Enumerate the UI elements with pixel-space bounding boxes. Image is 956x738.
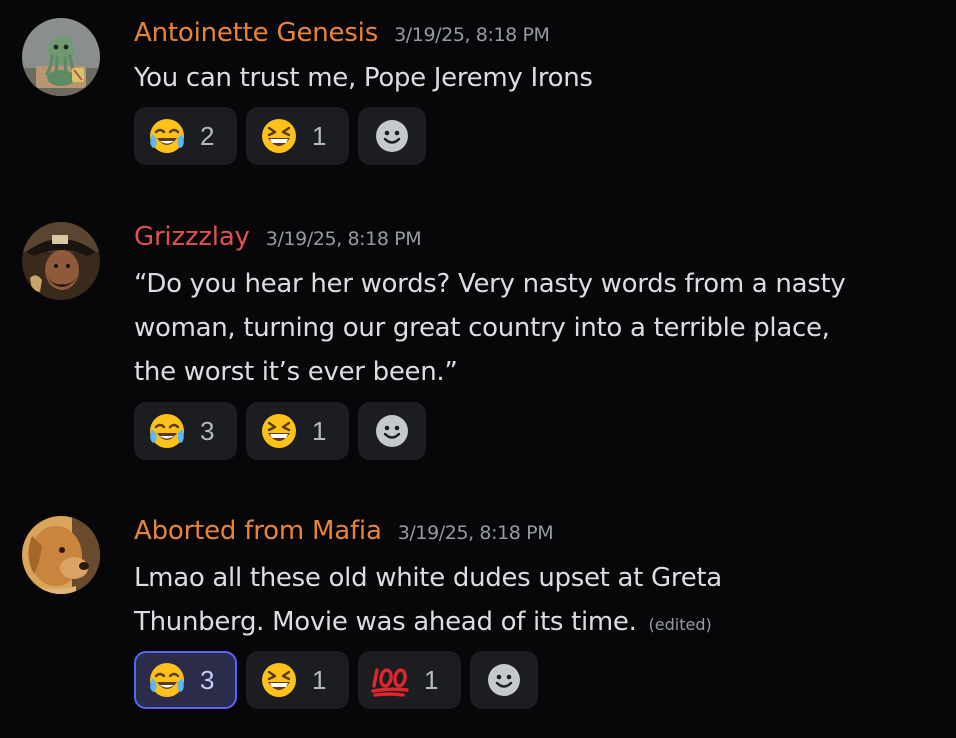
- reactions-bar: 3 1: [134, 402, 426, 460]
- message-line: the worst it’s ever been.”: [134, 357, 458, 387]
- reactions-bar: 3 1 1: [134, 651, 538, 709]
- message-line: You can trust me, Pope Jeremy Irons: [134, 63, 593, 93]
- smiley-icon: [376, 120, 408, 152]
- message-header: Aborted from Mafia 3/19/25, 8:18 PM: [134, 516, 554, 552]
- reaction-count: 1: [312, 664, 327, 695]
- cthulhu-avatar-icon: [22, 18, 100, 96]
- username[interactable]: Antoinette Genesis: [134, 18, 378, 48]
- timestamp[interactable]: 3/19/25, 8:18 PM: [398, 522, 554, 544]
- timestamp[interactable]: 3/19/25, 8:18 PM: [266, 228, 422, 250]
- message-header: Antoinette Genesis 3/19/25, 8:18 PM: [134, 18, 550, 54]
- message-line: Thunberg. Movie was ahead of its time. (…: [134, 600, 934, 647]
- reaction-laughing[interactable]: 1: [246, 402, 349, 460]
- avatar[interactable]: [22, 516, 100, 594]
- joy-emoji-icon: [146, 115, 188, 157]
- avatar[interactable]: [22, 222, 100, 300]
- reaction-laughing[interactable]: 1: [246, 107, 349, 165]
- reactions-bar: 2 1: [134, 107, 426, 165]
- username[interactable]: Aborted from Mafia: [134, 516, 382, 546]
- smiley-icon: [488, 664, 520, 696]
- username[interactable]: Grizzzlay: [134, 222, 250, 252]
- message-header: Grizzzlay 3/19/25, 8:18 PM: [134, 222, 422, 258]
- timestamp[interactable]: 3/19/25, 8:18 PM: [394, 24, 550, 46]
- avatar[interactable]: [22, 18, 100, 96]
- reaction-count: 1: [312, 415, 327, 446]
- joy-emoji-icon: [146, 659, 188, 701]
- reaction-count: 3: [200, 664, 215, 695]
- message-line: woman, turning our great country into a …: [134, 313, 830, 343]
- chat-message-list: Antoinette Genesis 3/19/25, 8:18 PM You …: [0, 0, 956, 738]
- laughing-emoji-icon: [258, 115, 300, 157]
- message-content: Lmao all these old white dudes upset at …: [134, 556, 934, 647]
- reaction-joy[interactable]: 3: [134, 651, 237, 709]
- add-reaction-button[interactable]: [358, 107, 426, 165]
- message-line-text: Thunberg. Movie was ahead of its time.: [134, 607, 637, 637]
- message-line: Lmao all these old white dudes upset at …: [134, 563, 722, 593]
- add-reaction-button[interactable]: [470, 651, 538, 709]
- reaction-count: 1: [312, 120, 327, 151]
- hundred-emoji-icon: [370, 659, 412, 701]
- laughing-emoji-icon: [258, 659, 300, 701]
- edited-label: (edited): [648, 615, 712, 634]
- reaction-count: 3: [200, 415, 215, 446]
- message-content: You can trust me, Pope Jeremy Irons: [134, 56, 934, 100]
- reaction-joy[interactable]: 2: [134, 107, 237, 165]
- reaction-joy[interactable]: 3: [134, 402, 237, 460]
- message-content: “Do you hear her words? Very nasty words…: [134, 262, 934, 394]
- add-reaction-button[interactable]: [358, 402, 426, 460]
- dog-avatar-icon: [22, 516, 100, 594]
- reaction-count: 1: [424, 664, 439, 695]
- reaction-laughing[interactable]: 1: [246, 651, 349, 709]
- reaction-hundred[interactable]: 1: [358, 651, 461, 709]
- reaction-count: 2: [200, 120, 215, 151]
- pirate-avatar-icon: [22, 222, 100, 300]
- smiley-icon: [376, 415, 408, 447]
- laughing-emoji-icon: [258, 410, 300, 452]
- message-line: “Do you hear her words? Very nasty words…: [134, 269, 846, 299]
- joy-emoji-icon: [146, 410, 188, 452]
